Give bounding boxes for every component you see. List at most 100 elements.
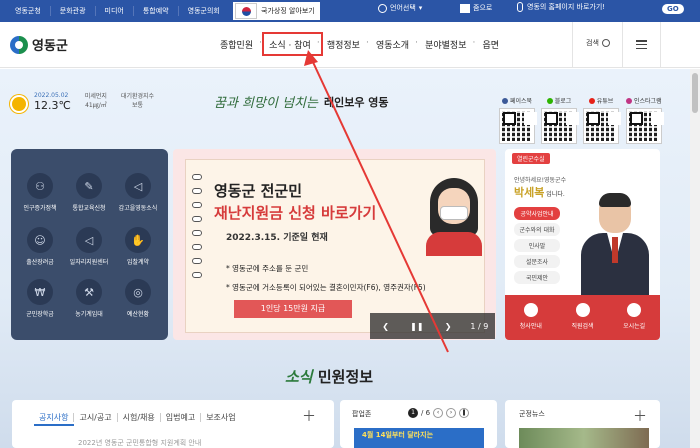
menu-field-info[interactable]: 분야별정보 bbox=[415, 38, 474, 51]
prev-icon[interactable]: ‹ bbox=[433, 408, 444, 418]
top-link-county-office[interactable]: 영동군청 bbox=[6, 6, 51, 16]
notice-item[interactable]: 2022년 영동군 군민통합형 지원계획 안내 bbox=[78, 438, 201, 448]
mayor-link-pledge[interactable]: 공약사업안내 bbox=[514, 207, 560, 220]
quick-machine-rental[interactable]: ⚒ 농기계임대 bbox=[64, 279, 114, 318]
logo-text: 영동군 bbox=[32, 39, 68, 54]
divider bbox=[572, 22, 573, 68]
county-news-title: 군정뉴스 bbox=[519, 410, 545, 418]
megaphone-icon: ◁ bbox=[125, 173, 151, 199]
section-title-main: 민원정보 bbox=[317, 368, 374, 386]
page-scrollbar[interactable] bbox=[690, 69, 700, 448]
quick-county-news[interactable]: ◁ 감고을영동소식 bbox=[113, 173, 163, 212]
quick-budget[interactable]: ◎ 예산현황 bbox=[113, 279, 163, 318]
masked-woman-illustration bbox=[424, 176, 484, 256]
tab-subsidy[interactable]: 보조사업 bbox=[201, 413, 240, 422]
next-icon[interactable]: › bbox=[446, 408, 457, 418]
scroll-thumb[interactable] bbox=[692, 73, 698, 113]
banner-paper: 영동군 전군민 재난지원금 신청 바로가기 2022.3.15. 기준일 현재 … bbox=[185, 159, 485, 333]
zoom-button[interactable]: 줌으로 bbox=[460, 3, 492, 13]
quick-scholarship[interactable]: ₩ 군민장학금 bbox=[15, 279, 65, 318]
hamburger-menu-icon[interactable] bbox=[636, 40, 647, 49]
notebook-rings bbox=[192, 174, 202, 278]
main-nav: 영동군 종합민원 소식 · 참여 행정정보 영동소개 분야별정보 읍면 검색 bbox=[0, 22, 700, 68]
globe-icon bbox=[378, 3, 387, 13]
popup-zone-card: 팝업존 1 / 6 ‹ › ❚ 4월 14일부터 달라지는 bbox=[340, 400, 497, 448]
chevron-down-icon: ▾ bbox=[418, 4, 423, 12]
quick-label: 일자리지원센터 bbox=[69, 259, 109, 266]
directions-label: 오시는길 bbox=[623, 323, 646, 330]
tab-legislation[interactable]: 입법예고 bbox=[161, 413, 202, 422]
more-plus-icon[interactable]: ＋ bbox=[302, 406, 316, 426]
voice-label: 영동의 홈페이지 바로가기! bbox=[527, 3, 606, 11]
mayor-link-dialog[interactable]: 군수와의 대화 bbox=[514, 223, 560, 236]
prev-arrow-icon[interactable]: ❮ bbox=[370, 322, 401, 331]
quick-birth-incentive[interactable]: ☺ 출산장려금 bbox=[15, 227, 65, 266]
quick-label: 출산장려금 bbox=[26, 259, 54, 266]
tab-announcement[interactable]: 고시/공고 bbox=[74, 413, 118, 422]
zoom-label: 줌으로 bbox=[473, 4, 493, 12]
go-button[interactable]: GO bbox=[662, 4, 684, 14]
quick-bid-contract[interactable]: ✋ 입찰계약 bbox=[113, 227, 163, 266]
language-select[interactable]: 언어선택 ▾ bbox=[378, 3, 422, 13]
menu-administration[interactable]: 행정정보 bbox=[317, 38, 368, 51]
main-banner[interactable]: 영동군 전군민 재난지원금 신청 바로가기 2022.3.15. 기준일 현재 … bbox=[173, 149, 496, 340]
sns-facebook[interactable]: 페이스북 bbox=[499, 96, 535, 144]
more-plus-icon[interactable]: ＋ bbox=[633, 406, 647, 426]
quick-job-center[interactable]: ◁ 일자리지원센터 bbox=[64, 227, 114, 266]
sns-youtube-label: 유튜브 bbox=[596, 98, 614, 105]
directions-button[interactable]: 오시는길 bbox=[608, 295, 660, 340]
search-button[interactable]: 검색 bbox=[586, 38, 610, 48]
quick-label: 감고을영동소식 bbox=[118, 205, 158, 212]
mayor-panel: 열린군수실 안녕하세요!영동군수 박세복 입니다. 공약사업안내 군수와의 대화… bbox=[505, 149, 660, 340]
tab-notice[interactable]: 공지사항 bbox=[34, 413, 75, 422]
voice-shortcut[interactable]: 영동의 홈페이지 바로가기! bbox=[517, 2, 605, 12]
qr-code bbox=[541, 108, 577, 144]
top-links: 영동군청 문화관광 미디어 통합예약 영동군의회 bbox=[0, 0, 229, 22]
national-symbol-button[interactable]: 국가상징 알아보기 bbox=[233, 2, 320, 20]
fine-dust-label: 미세먼지 bbox=[84, 93, 107, 100]
quick-education-apply[interactable]: ✎ 통합교육신청 bbox=[64, 173, 114, 212]
menu-civil-service[interactable]: 종합민원 bbox=[212, 38, 261, 51]
handshake-icon: ✋ bbox=[125, 227, 151, 253]
sns-blog[interactable]: 블로그 bbox=[541, 96, 577, 144]
mayor-link-greeting[interactable]: 인사말 bbox=[514, 239, 560, 252]
office-guide-button[interactable]: 청사안내 bbox=[505, 295, 557, 340]
qr-code bbox=[583, 108, 619, 144]
menu-about[interactable]: 영동소개 bbox=[366, 38, 417, 51]
sun-icon bbox=[12, 97, 26, 111]
sns-youtube[interactable]: 유튜브 bbox=[583, 96, 619, 144]
next-arrow-icon[interactable]: ❯ bbox=[433, 322, 464, 331]
staff-search-button[interactable]: 직원검색 bbox=[557, 295, 609, 340]
taegukgi-icon bbox=[235, 3, 257, 19]
search-icon bbox=[601, 39, 610, 47]
instagram-icon bbox=[626, 97, 632, 104]
logo-icon bbox=[10, 35, 28, 54]
popup-banner[interactable]: 4월 14일부터 달라지는 bbox=[354, 428, 484, 448]
mayor-link-proposal[interactable]: 국민제안 bbox=[514, 271, 560, 284]
banner-counter: 1 / 9 bbox=[470, 321, 489, 331]
top-link-council[interactable]: 영동군의회 bbox=[179, 6, 229, 16]
pause-icon[interactable]: ❚❚ bbox=[401, 322, 432, 331]
sns-links: 페이스북 블로그 유튜브 인스타그램 bbox=[499, 96, 662, 144]
mayor-link-survey[interactable]: 설문조사 bbox=[514, 255, 560, 268]
popup-headline: 4월 14일부터 달라지는 bbox=[362, 431, 434, 439]
county-news-photo[interactable] bbox=[519, 428, 649, 448]
megaphone-icon: ◁ bbox=[76, 227, 102, 253]
banner-controls: ❮ ❚❚ ❯ 1 / 9 bbox=[370, 313, 495, 339]
site-logo[interactable]: 영동군 bbox=[10, 35, 68, 54]
mayor-name-suffix: 입니다. bbox=[546, 191, 565, 198]
microphone-icon bbox=[517, 2, 523, 12]
top-link-reservation[interactable]: 통합예약 bbox=[134, 6, 179, 16]
quick-population-policy[interactable]: ⚇ 인구증가정책 bbox=[15, 173, 65, 212]
search-label: 검색 bbox=[586, 39, 599, 47]
pause-icon[interactable]: ❚ bbox=[459, 408, 470, 418]
menu-towns[interactable]: 읍면 bbox=[473, 38, 507, 51]
popup-zone-title: 팝업존 bbox=[352, 410, 372, 418]
tab-underline bbox=[34, 424, 74, 426]
mayor-name-line: 박세복 입니다. bbox=[514, 184, 565, 200]
top-link-culture-tourism[interactable]: 문화관광 bbox=[51, 6, 96, 16]
notice-tabs: 공지사항 고시/공고 시험/채용 입법예고 보조사업 bbox=[34, 413, 241, 422]
top-link-media[interactable]: 미디어 bbox=[96, 6, 134, 16]
tab-recruit[interactable]: 시험/채용 bbox=[118, 413, 161, 422]
sns-instagram[interactable]: 인스타그램 bbox=[625, 96, 662, 144]
